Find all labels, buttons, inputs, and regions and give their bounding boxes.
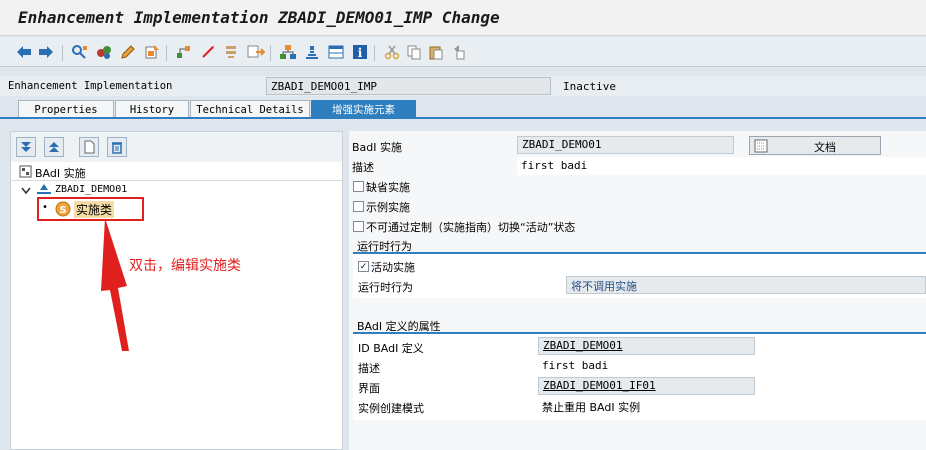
display-object-icon[interactable] <box>302 42 322 62</box>
badi-def-desc-field[interactable]: first badi <box>538 357 926 375</box>
tab-properties[interactable]: Properties <box>18 100 114 118</box>
default-impl-checkbox[interactable] <box>353 181 364 192</box>
interface-field[interactable]: ZBADI_DEMO01_IF01 <box>538 377 755 395</box>
badi-def-desc-label: 描述 <box>358 362 380 375</box>
interface-label: 界面 <box>358 382 380 395</box>
back-icon[interactable] <box>14 42 34 62</box>
example-impl-checkbox[interactable] <box>353 201 364 212</box>
tree-toolbar <box>11 132 342 162</box>
badi-impl-field[interactable]: ZBADI_DEMO01 <box>517 136 734 154</box>
toolbar-separator <box>166 45 167 61</box>
detail-panel: BadI 实施 ZBADI_DEMO01 文档 描述 first badi 缺省… <box>349 131 926 450</box>
paste-icon[interactable] <box>426 42 446 62</box>
active-impl-label: 活动实施 <box>371 261 415 274</box>
delete-icon[interactable] <box>107 137 127 157</box>
badi-def-id-field[interactable]: ZBADI_DEMO01 <box>538 337 755 355</box>
forward-icon[interactable] <box>36 42 56 62</box>
window-title: Enhancement Implementation ZBADI_DEMO01_… <box>18 8 500 27</box>
runtime-behavior-label: 运行时行为 <box>358 281 413 294</box>
svg-text:S: S <box>59 205 66 216</box>
expand-all-icon[interactable] <box>16 137 36 157</box>
badi-impl-label: BadI 实施 <box>352 141 403 154</box>
enhancement-implementation-label: Enhancement Implementation <box>8 80 173 92</box>
tree-header-label: BAdI 实施 <box>35 167 86 180</box>
description-label: 描述 <box>352 161 374 174</box>
header-row: Enhancement Implementation ZBADI_DEMO01_… <box>0 76 926 96</box>
status-text: Inactive <box>563 80 616 93</box>
tab-enhancement-elements[interactable]: 增强实施元素 <box>311 100 416 118</box>
where-used-icon[interactable] <box>174 42 194 62</box>
tab-technical-details[interactable]: Technical Details <box>190 100 310 118</box>
display-change-icon[interactable] <box>94 42 114 62</box>
toolbar-separator <box>374 45 375 61</box>
create-icon[interactable] <box>79 137 99 157</box>
chevron-down-icon[interactable] <box>21 185 31 198</box>
object-list-icon[interactable] <box>198 42 218 62</box>
annotation-text: 双击，编辑实施类 <box>129 258 241 274</box>
badi-definition-icon <box>37 183 51 198</box>
navigate-icon[interactable] <box>222 42 242 62</box>
application-toolbar: i <box>0 37 926 67</box>
description-field[interactable]: first badi <box>517 157 926 175</box>
info-icon[interactable]: i <box>350 42 370 62</box>
not-switchable-checkbox[interactable] <box>353 221 364 232</box>
activate-icon[interactable] <box>142 42 162 62</box>
instance-creation-label: 实例创建模式 <box>358 402 424 415</box>
other-object-icon[interactable] <box>70 42 90 62</box>
tab-underline <box>0 117 926 119</box>
title-bar: Enhancement Implementation ZBADI_DEMO01_… <box>0 0 926 36</box>
default-impl-label: 缺省实施 <box>366 181 410 194</box>
copy-icon[interactable] <box>404 42 424 62</box>
collapse-all-icon[interactable] <box>44 137 64 157</box>
tab-history[interactable]: History <box>115 100 189 118</box>
undo-icon[interactable] <box>448 42 468 62</box>
active-impl-checkbox[interactable]: ✓ <box>358 261 369 272</box>
tree-icon[interactable] <box>278 42 298 62</box>
cut-icon[interactable] <box>382 42 402 62</box>
badi-def-id-label: ID BAdI 定义 <box>358 342 424 355</box>
annotation-arrow <box>101 218 129 351</box>
toolbar-separator <box>62 45 63 61</box>
tree-node-badi[interactable]: ZBADI_DEMO01 <box>55 184 127 195</box>
runtime-behavior-field[interactable]: 将不调用实施 <box>566 276 926 294</box>
table-icon[interactable] <box>326 42 346 62</box>
documentation-button[interactable]: 文档 <box>749 136 881 155</box>
enhancement-implementation-field[interactable]: ZBADI_DEMO01_IMP <box>266 77 551 95</box>
not-switchable-label: 不可通过定制（实施指南）切换“活动”状态 <box>366 221 576 234</box>
implementation-class-icon: S <box>55 201 71 220</box>
instance-creation-field[interactable]: 禁止重用 BAdI 实例 <box>538 397 926 415</box>
documentation-button-label: 文档 <box>814 141 836 154</box>
toolbar-separator <box>270 45 271 61</box>
example-impl-label: 示例实施 <box>366 201 410 214</box>
tree-panel: BAdI 实施 ZBADI_DEMO01 • S 实施类 双击，编辑实施类 <box>10 131 343 450</box>
tree-header: BAdI 实施 <box>11 163 342 181</box>
documentation-icon <box>754 139 768 156</box>
svg-text:i: i <box>358 46 363 60</box>
edit-icon[interactable] <box>118 42 138 62</box>
hierarchy-icon[interactable] <box>246 42 266 62</box>
badi-impl-icon <box>19 165 32 181</box>
